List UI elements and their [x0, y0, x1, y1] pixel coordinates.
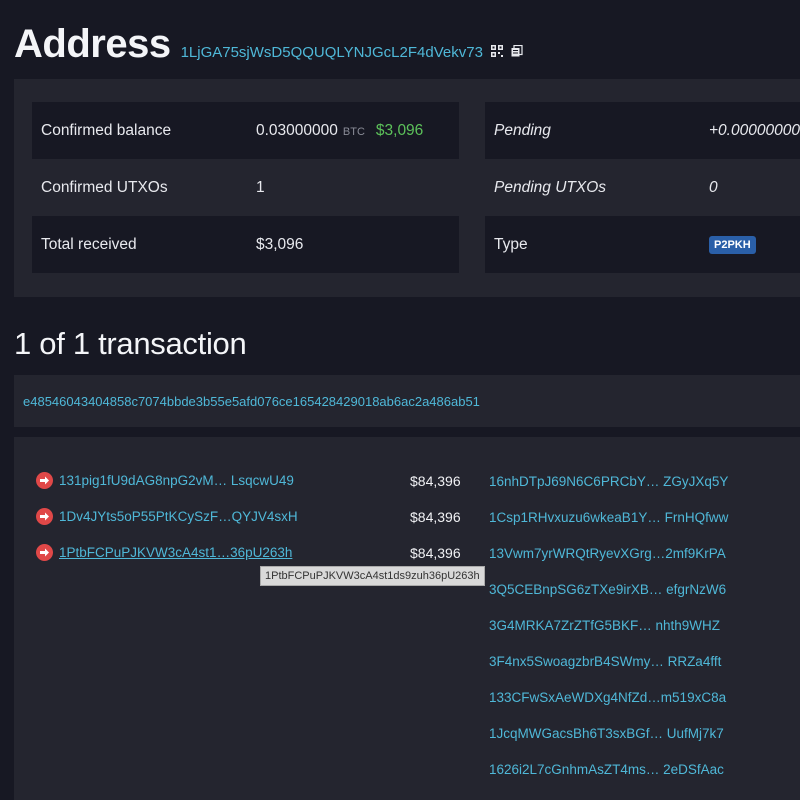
address-hash[interactable]: 1LjGA75sjWsD5QQUQLYNJGcL2F4dVekv73 — [181, 44, 483, 61]
total-received-value: $3,096 — [256, 235, 304, 253]
transaction-id-link[interactable]: e48546043404858c7074bbde3b55e5afd076ce16… — [23, 394, 480, 409]
output-address-link[interactable]: 3Q5CEBnpSG6zTXe9irXB… efgrNzW6 — [489, 582, 726, 597]
output-address-link[interactable]: 16nhDTpJ69N6C6PRCbY… ZGyJXq5Y — [489, 474, 728, 489]
spent-input-icon[interactable] — [36, 544, 53, 561]
confirmed-utxos-value: 1 — [256, 178, 265, 196]
type-label: Type — [494, 235, 528, 253]
pending-value: +0.00000000 — [709, 121, 800, 139]
input-amount: $84,396 — [410, 473, 461, 489]
address-summary: Confirmed balance 0.03000000 BTC $3,096 … — [14, 79, 800, 297]
input-row: 1PtbFCPuPJKVW3cA4st1…36pU263h — [36, 544, 292, 561]
input-amount: $84,396 — [410, 509, 461, 525]
confirmed-balance-value: 0.03000000 — [256, 121, 338, 139]
confirmed-balance-row: Confirmed balance 0.03000000 BTC $3,096 — [32, 102, 459, 159]
pending-utxos-value: 0 — [709, 178, 718, 196]
qr-code-icon[interactable] — [490, 45, 503, 57]
type-badge: P2PKH — [709, 235, 756, 254]
confirmed-balance-usd: $3,096 — [375, 121, 424, 139]
confirmed-utxos-row: Confirmed UTXOs 1 — [32, 159, 459, 216]
input-address-link[interactable]: 1Dv4JYts5oP55PtKCySzF…QYJV4sxH — [59, 509, 298, 524]
address-tooltip: 1PtbFCPuPJKVW3cA4st1ds9zuh36pU263h — [260, 566, 485, 586]
input-address-link[interactable]: 1PtbFCPuPJKVW3cA4st1…36pU263h — [59, 545, 292, 560]
confirmed-balance-unit: BTC — [342, 125, 365, 138]
confirmed-balance-label: Confirmed balance — [41, 121, 172, 139]
output-address-link[interactable]: 3F4nx5SwoagzbrB4SWmy… RRZa4fft — [489, 654, 721, 669]
input-address-link[interactable]: 131pig1fU9dAG8npG2vM… LsqcwU49 — [59, 473, 294, 488]
output-address-link[interactable]: 1JcqMWGacsBh6T3sxBGf… UufMj7k7 — [489, 726, 724, 741]
pending-utxos-label: Pending UTXOs — [494, 178, 606, 196]
pending-row: Pending +0.00000000 B — [485, 102, 800, 159]
pending-label: Pending — [494, 121, 551, 139]
output-address-link[interactable]: 1Csp1RHvxuzu6wkeaB1Y… FrnHQfww — [489, 510, 728, 525]
input-row: 131pig1fU9dAG8npG2vM… LsqcwU49 — [36, 472, 294, 489]
output-address-link[interactable]: 3G4MRKA7ZrZTfG5BKF… nhth9WHZ — [489, 618, 720, 633]
transaction-header: e48546043404858c7074bbde3b55e5afd076ce16… — [14, 375, 800, 427]
page-header: Address 1LjGA75sjWsD5QQUQLYNJGcL2F4dVekv… — [14, 22, 523, 68]
total-received-row: Total received $3,096 — [32, 216, 459, 273]
page-title: Address — [14, 22, 171, 66]
output-address-link[interactable]: 133CFwSxAeWDXg4NfZd…m519xC8a — [489, 690, 726, 705]
copy-icon[interactable] — [511, 45, 523, 57]
input-row: 1Dv4JYts5oP55PtKCySzF…QYJV4sxH — [36, 508, 298, 525]
output-address-link[interactable]: 13Vwm7yrWRQtRyevXGrg…2mf9KrPA — [489, 546, 726, 561]
transactions-heading: 1 of 1 transaction — [14, 326, 247, 361]
confirmed-card: Confirmed balance 0.03000000 BTC $3,096 … — [32, 102, 459, 273]
pending-utxos-row: Pending UTXOs 0 — [485, 159, 800, 216]
spent-input-icon[interactable] — [36, 472, 53, 489]
spent-input-icon[interactable] — [36, 508, 53, 525]
pending-card: Pending +0.00000000 B Pending UTXOs 0 Ty… — [485, 102, 800, 273]
type-row: Type P2PKH — [485, 216, 800, 273]
input-amount: $84,396 — [410, 545, 461, 561]
confirmed-utxos-label: Confirmed UTXOs — [41, 178, 168, 196]
total-received-label: Total received — [41, 235, 137, 253]
transaction-body: 131pig1fU9dAG8npG2vM… LsqcwU49 $84,396 1… — [14, 437, 800, 800]
output-address-link[interactable]: 1626i2L7cGnhmAsZT4ms… 2eDSfAac — [489, 762, 724, 777]
